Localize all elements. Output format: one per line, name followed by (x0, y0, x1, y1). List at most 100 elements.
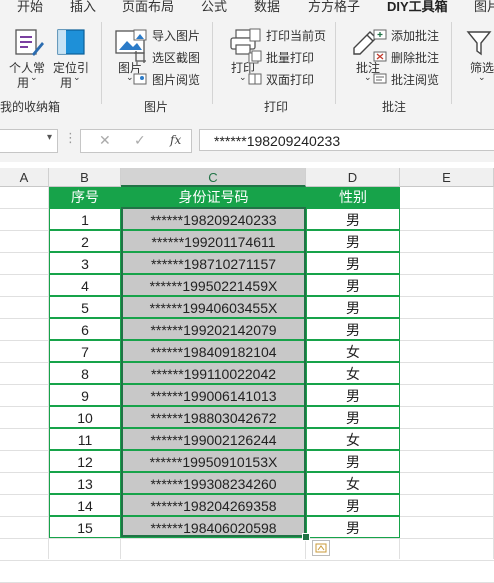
cell-gender[interactable]: 男 (306, 406, 400, 428)
tab-data[interactable]: 数据 (254, 0, 280, 14)
cell-gender[interactable]: 男 (306, 252, 400, 274)
cell-gender[interactable]: 男 (306, 274, 400, 296)
cell-id-number[interactable]: ******198204269358 (121, 494, 306, 516)
duplex-print-button[interactable]: 双面打印 (266, 71, 314, 88)
cell-gender[interactable]: 男 (306, 296, 400, 318)
formula-buttons: ✕ ✓ fx (80, 129, 192, 153)
name-box[interactable]: ▾ (0, 129, 58, 153)
cell-id-number[interactable]: ******198803042672 (121, 406, 306, 428)
cell-gender[interactable]: 女 (306, 472, 400, 494)
cell-id-number[interactable]: ******19950221459X (121, 274, 306, 296)
batch-print-button[interactable]: 批量打印 (266, 49, 314, 66)
gridline (0, 538, 494, 539)
cell-id-number[interactable]: ******199002126244 (121, 428, 306, 450)
cell-seq[interactable]: 5 (49, 296, 121, 318)
tab-formulas[interactable]: 公式 (201, 0, 227, 14)
cell-seq[interactable]: 11 (49, 428, 121, 450)
import-picture-button[interactable]: 导入图片 (152, 27, 200, 44)
cell-seq[interactable]: 12 (49, 450, 121, 472)
cell-gender[interactable]: 男 (306, 384, 400, 406)
chevron-down-icon[interactable]: ⌄ (478, 72, 486, 83)
import-picture-icon (133, 29, 147, 41)
cell-id-number[interactable]: ******19950910153X (121, 450, 306, 472)
cell-seq[interactable]: 4 (49, 274, 121, 296)
add-comment-button[interactable]: 添加批注 (391, 27, 439, 44)
picture-browse-button[interactable]: 图片阅览 (152, 71, 200, 88)
header-cell-gender[interactable]: 性别 (306, 187, 400, 208)
cell-gender[interactable]: 男 (306, 494, 400, 516)
print-current-page-button[interactable]: 打印当前页 (266, 27, 326, 44)
cell-seq[interactable]: 2 (49, 230, 121, 252)
cell-gender[interactable]: 女 (306, 340, 400, 362)
cell-gender[interactable]: 男 (306, 208, 400, 230)
tab-page-layout[interactable]: 页面布局 (122, 0, 174, 14)
cell-seq[interactable]: 10 (49, 406, 121, 428)
formula-input[interactable]: ******198209240233 (199, 129, 494, 151)
filter-icon[interactable] (466, 28, 492, 58)
quick-analysis-icon[interactable] (312, 540, 330, 556)
personal-common-icon[interactable] (14, 28, 44, 58)
cell-gender[interactable]: 男 (306, 318, 400, 340)
cell-id-number[interactable]: ******198710271157 (121, 252, 306, 274)
comment-browse-button[interactable]: 批注阅览 (391, 71, 439, 88)
cell-id-number[interactable]: ******198209240233 (121, 208, 306, 230)
cell-id-number[interactable]: ******199110022042 (121, 362, 306, 384)
tab-picture[interactable]: 图片 (474, 0, 494, 14)
cell-gender[interactable]: 女 (306, 428, 400, 450)
cell-seq[interactable]: 14 (49, 494, 121, 516)
group-divider (451, 22, 452, 104)
chevron-down-icon[interactable]: ⌄ (239, 72, 247, 83)
cell-id-number[interactable]: ******199006141013 (121, 384, 306, 406)
personal-common-label-2[interactable]: 用 (17, 74, 29, 91)
insert-function-icon[interactable]: fx (170, 133, 181, 147)
cell-id-number[interactable]: ******199201174611 (121, 230, 306, 252)
tab-diy-toolbox[interactable]: DIY工具箱 (387, 0, 448, 14)
column-header-c[interactable]: C (121, 168, 306, 187)
cell-seq[interactable]: 9 (49, 384, 121, 406)
cell-seq[interactable]: 13 (49, 472, 121, 494)
cell-id-number[interactable]: ******19940603455X (121, 296, 306, 318)
locate-reference-icon[interactable] (56, 28, 86, 58)
cell-seq[interactable]: 7 (49, 340, 121, 362)
header-cell-seq[interactable]: 序号 (49, 187, 121, 208)
name-box-dropdown-icon[interactable]: ▾ (47, 132, 52, 143)
column-header-a[interactable]: A (0, 168, 49, 187)
cell-seq[interactable]: 8 (49, 362, 121, 384)
locate-reference-label-2[interactable]: 用 (60, 74, 72, 91)
column-header-e[interactable]: E (400, 168, 494, 187)
fill-handle[interactable] (302, 533, 310, 541)
group-label-storage-box: 我的收纳箱 (0, 100, 61, 114)
cell-id-number[interactable]: ******198409182104 (121, 340, 306, 362)
tab-fangfang[interactable]: 方方格子 (308, 0, 360, 14)
ribbon-tab-strip: 开始 插入 页面布局 公式 数据 方方格子 DIY工具箱 图片 (0, 0, 494, 14)
cell-gender[interactable]: 男 (306, 230, 400, 252)
column-header-d[interactable]: D (306, 168, 400, 187)
tab-insert[interactable]: 插入 (70, 0, 96, 14)
cell-id-number[interactable]: ******199308234260 (121, 472, 306, 494)
group-divider (335, 22, 336, 104)
cell-seq[interactable]: 15 (49, 516, 121, 538)
chevron-down-icon[interactable]: ⌄ (364, 72, 372, 83)
group-divider (101, 22, 102, 104)
cell-seq[interactable]: 3 (49, 252, 121, 274)
delete-comment-button[interactable]: 删除批注 (391, 49, 439, 66)
cell-id-number[interactable]: ******199202142079 (121, 318, 306, 340)
batch-print-icon (248, 50, 262, 64)
cell-seq[interactable]: 1 (49, 208, 121, 230)
ribbon: 个人常 用 ⌄ 定位引 用 ⌄ 我的收纳箱 图片 ⌄ 导入图片 选区截图 图片阅… (0, 14, 494, 119)
enter-icon[interactable]: ✓ (134, 132, 146, 149)
worksheet-grid: A B C D E 序号 身份证号码 性别 1 ******19820924023… (0, 162, 494, 583)
chevron-down-icon[interactable]: ⌄ (73, 72, 81, 83)
column-header-b[interactable]: B (49, 168, 121, 187)
cell-gender[interactable]: 女 (306, 362, 400, 384)
tab-home[interactable]: 开始 (17, 0, 43, 14)
header-cell-id[interactable]: 身份证号码 (121, 187, 306, 208)
cell-gender[interactable]: 男 (306, 450, 400, 472)
cell-gender[interactable]: 男 (306, 516, 400, 538)
cell-id-number[interactable]: ******198406020598 (121, 516, 306, 538)
selection-screenshot-button[interactable]: 选区截图 (152, 49, 200, 66)
cancel-icon[interactable]: ✕ (99, 132, 111, 149)
formula-bar: ▾ ⋮ ✕ ✓ fx ******198209240233 (0, 118, 494, 162)
chevron-down-icon[interactable]: ⌄ (30, 72, 38, 83)
cell-seq[interactable]: 6 (49, 318, 121, 340)
